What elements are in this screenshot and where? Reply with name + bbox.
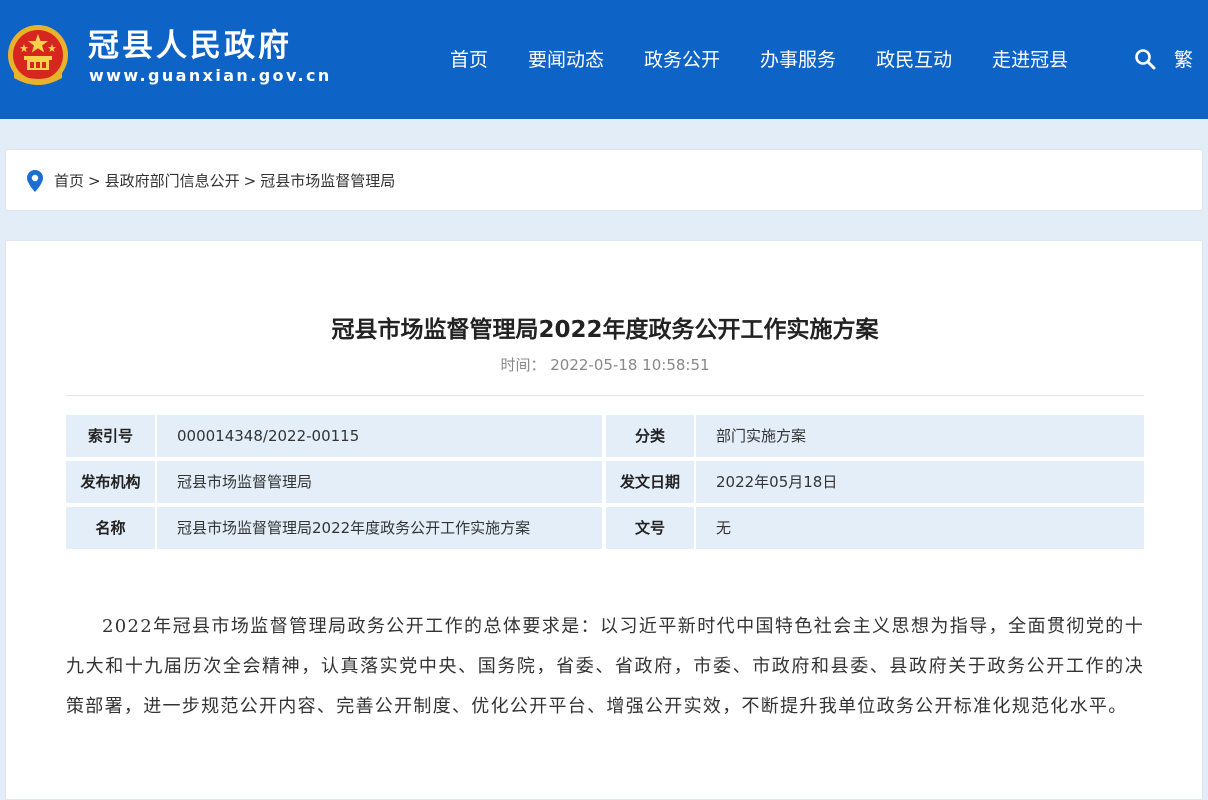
article-title: 冠县市场监督管理局2022年度政务公开工作实施方案 — [331, 317, 879, 343]
nav-home[interactable]: 首页 — [450, 44, 488, 76]
meta-label-index: 索引号 — [66, 415, 155, 457]
meta-value-doc-number: 无 — [696, 507, 1144, 549]
meta-label-category: 分类 — [606, 415, 694, 457]
national-emblem-icon[interactable] — [6, 22, 70, 92]
meta-label-date: 发文日期 — [606, 461, 694, 503]
meta-value-index: 000014348/2022-00115 — [157, 415, 602, 457]
meta-label-publisher: 发布机构 — [66, 461, 155, 503]
breadcrumb: 首页 > 县政府部门信息公开 > 冠县市场监督管理局 — [5, 149, 1203, 211]
meta-value-category: 部门实施方案 — [696, 415, 1144, 457]
site-url[interactable]: www.guanxian.gov.cn — [89, 66, 332, 86]
time-value: 2022-05-18 10:58:51 — [550, 356, 710, 374]
meta-row: 发布机构 冠县市场监督管理局 发文日期 2022年05月18日 — [66, 461, 1144, 503]
nav-services[interactable]: 办事服务 — [760, 44, 836, 76]
title-divider — [66, 395, 1144, 396]
meta-value-name: 冠县市场监督管理局2022年度政务公开工作实施方案 — [157, 507, 602, 549]
breadcrumb-trail: 首页 > 县政府部门信息公开 > 冠县市场监督管理局 — [54, 170, 395, 192]
breadcrumb-separator: > — [88, 172, 101, 190]
nav-news[interactable]: 要闻动态 — [528, 44, 604, 76]
meta-row: 名称 冠县市场监督管理局2022年度政务公开工作实施方案 文号 无 — [66, 507, 1144, 549]
breadcrumb-home[interactable]: 首页 — [54, 172, 84, 190]
meta-row: 索引号 000014348/2022-00115 分类 部门实施方案 — [66, 415, 1144, 457]
breadcrumb-dept-info[interactable]: 县政府部门信息公开 — [105, 172, 240, 190]
article-card: 冠县市场监督管理局2022年度政务公开工作实施方案 时间： 2022-05-18… — [5, 240, 1203, 800]
nav-interaction[interactable]: 政民互动 — [876, 44, 952, 76]
meta-value-date: 2022年05月18日 — [696, 461, 1144, 503]
nav-about[interactable]: 走进冠县 — [992, 44, 1068, 76]
breadcrumb-current[interactable]: 冠县市场监督管理局 — [260, 172, 395, 190]
meta-label-name: 名称 — [66, 507, 155, 549]
search-icon[interactable] — [1133, 47, 1157, 71]
article-time: 时间： 2022-05-18 10:58:51 — [6, 354, 1204, 376]
time-label: 时间： — [500, 356, 546, 374]
site-header: 冠县人民政府 www.guanxian.gov.cn 首页 要闻动态 政务公开 … — [0, 0, 1208, 119]
article-meta-table: 索引号 000014348/2022-00115 分类 部门实施方案 发布机构 … — [66, 415, 1144, 553]
meta-value-publisher: 冠县市场监督管理局 — [157, 461, 602, 503]
breadcrumb-separator: > — [243, 172, 257, 190]
location-pin-icon — [27, 170, 43, 192]
site-name[interactable]: 冠县人民政府 — [88, 26, 292, 66]
traditional-chinese-toggle[interactable]: 繁 — [1174, 44, 1193, 76]
article-body-paragraph: 2022年冠县市场监督管理局政务公开工作的总体要求是：以习近平新时代中国特色社会… — [66, 616, 1144, 717]
main-nav: 首页 要闻动态 政务公开 办事服务 政民互动 走进冠县 — [430, 44, 1108, 76]
meta-label-doc-number: 文号 — [606, 507, 694, 549]
nav-gov-affairs[interactable]: 政务公开 — [644, 44, 720, 76]
